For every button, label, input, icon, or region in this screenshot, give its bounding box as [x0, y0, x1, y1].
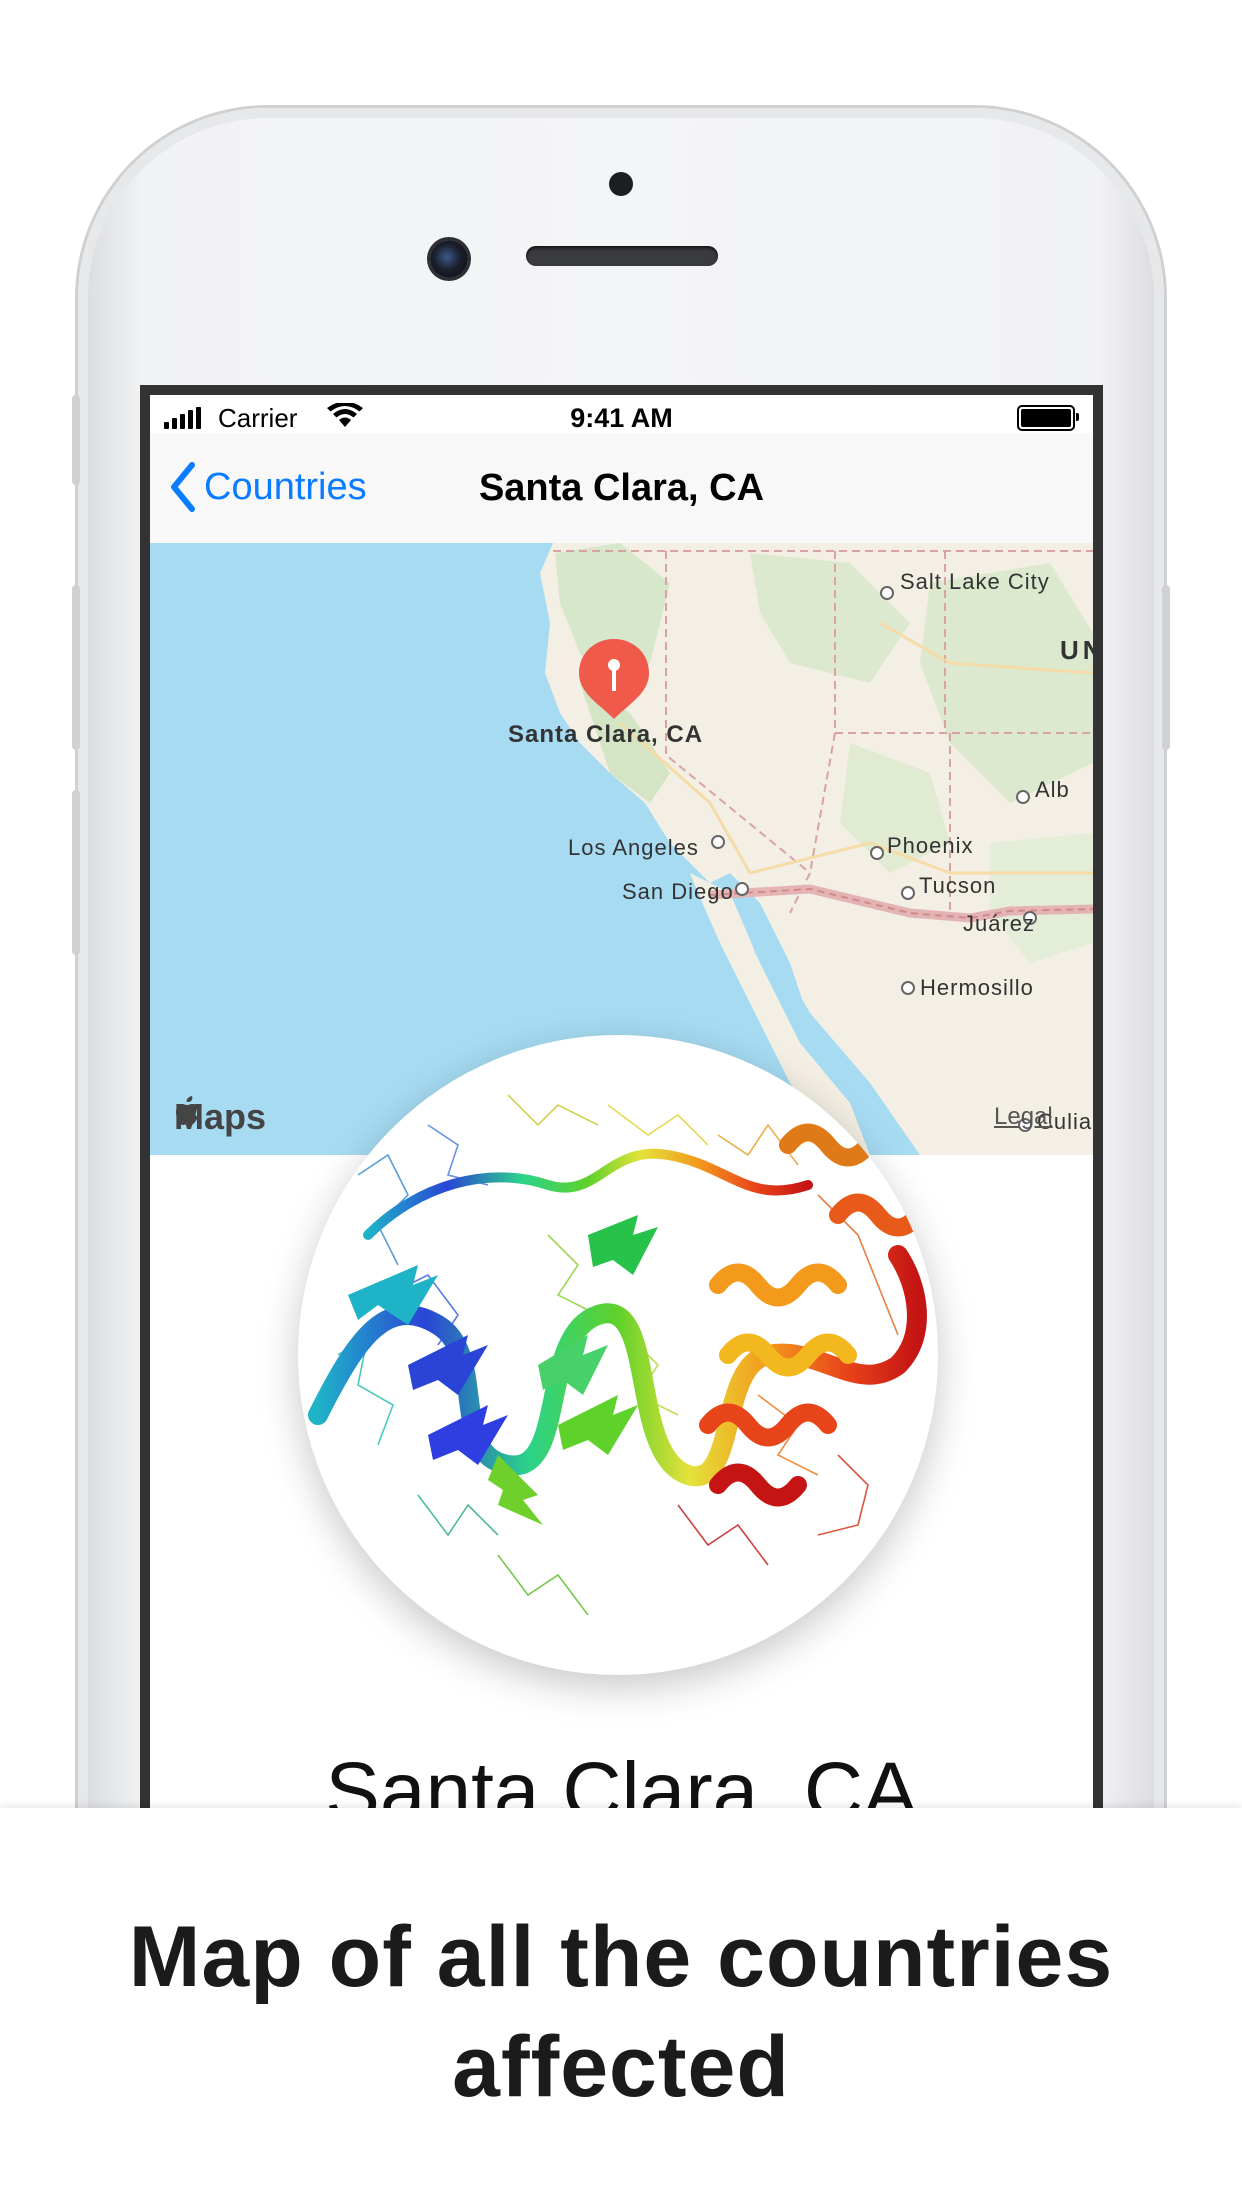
phone-screen: Carrier 9:41 AM Countries Santa Clara, C… [140, 385, 1103, 1815]
map-label-country: UN [1060, 635, 1093, 665]
location-detail-title: Santa Clara, CA [325, 1746, 918, 1815]
status-bar: Carrier 9:41 AM [150, 395, 1093, 433]
map-label-salt-lake-city: Salt Lake City [900, 569, 1050, 594]
earpiece-speaker [526, 246, 718, 266]
proximity-sensor [609, 172, 633, 196]
power-button [1162, 585, 1170, 750]
map-label-tucson: Tucson [919, 873, 997, 898]
caption-line-2: affected [452, 2019, 790, 2115]
chevron-left-icon [171, 462, 195, 512]
caption-line-1: Map of all the countries [128, 1909, 1114, 2005]
protein-structure-image [298, 1035, 938, 1675]
back-button[interactable]: Countries [168, 457, 367, 517]
mute-switch [72, 395, 80, 485]
map-label-juarez: Juárez [963, 911, 1036, 936]
protein-ribbon-illustration [308, 1094, 927, 1616]
map-label-albuquerque: Alb [1035, 777, 1070, 802]
map-label-san-diego: San Diego [622, 879, 734, 904]
volume-up-button [72, 585, 80, 750]
apple-logo-icon [176, 1096, 198, 1125]
app-screen: Carrier 9:41 AM Countries Santa Clara, C… [150, 395, 1093, 1815]
back-button-label: Countries [204, 465, 367, 508]
volume-down-button [72, 790, 80, 955]
caption-panel: Map of all the countries affected [0, 1808, 1242, 2208]
clock-time: 9:41 AM [570, 403, 673, 433]
battery-icon [1017, 405, 1079, 431]
navigation-bar: Countries Santa Clara, CA [150, 433, 1093, 544]
map-label-hermosillo: Hermosillo [920, 975, 1034, 1000]
front-camera [430, 240, 468, 278]
pin-label: Santa Clara, CA [508, 721, 704, 748]
map-label-los-angeles: Los Angeles [568, 835, 699, 860]
apple-maps-attribution: Maps [174, 1096, 266, 1138]
legal-link[interactable]: Legal [994, 1103, 1053, 1131]
map-label-phoenix: Phoenix [887, 833, 974, 858]
